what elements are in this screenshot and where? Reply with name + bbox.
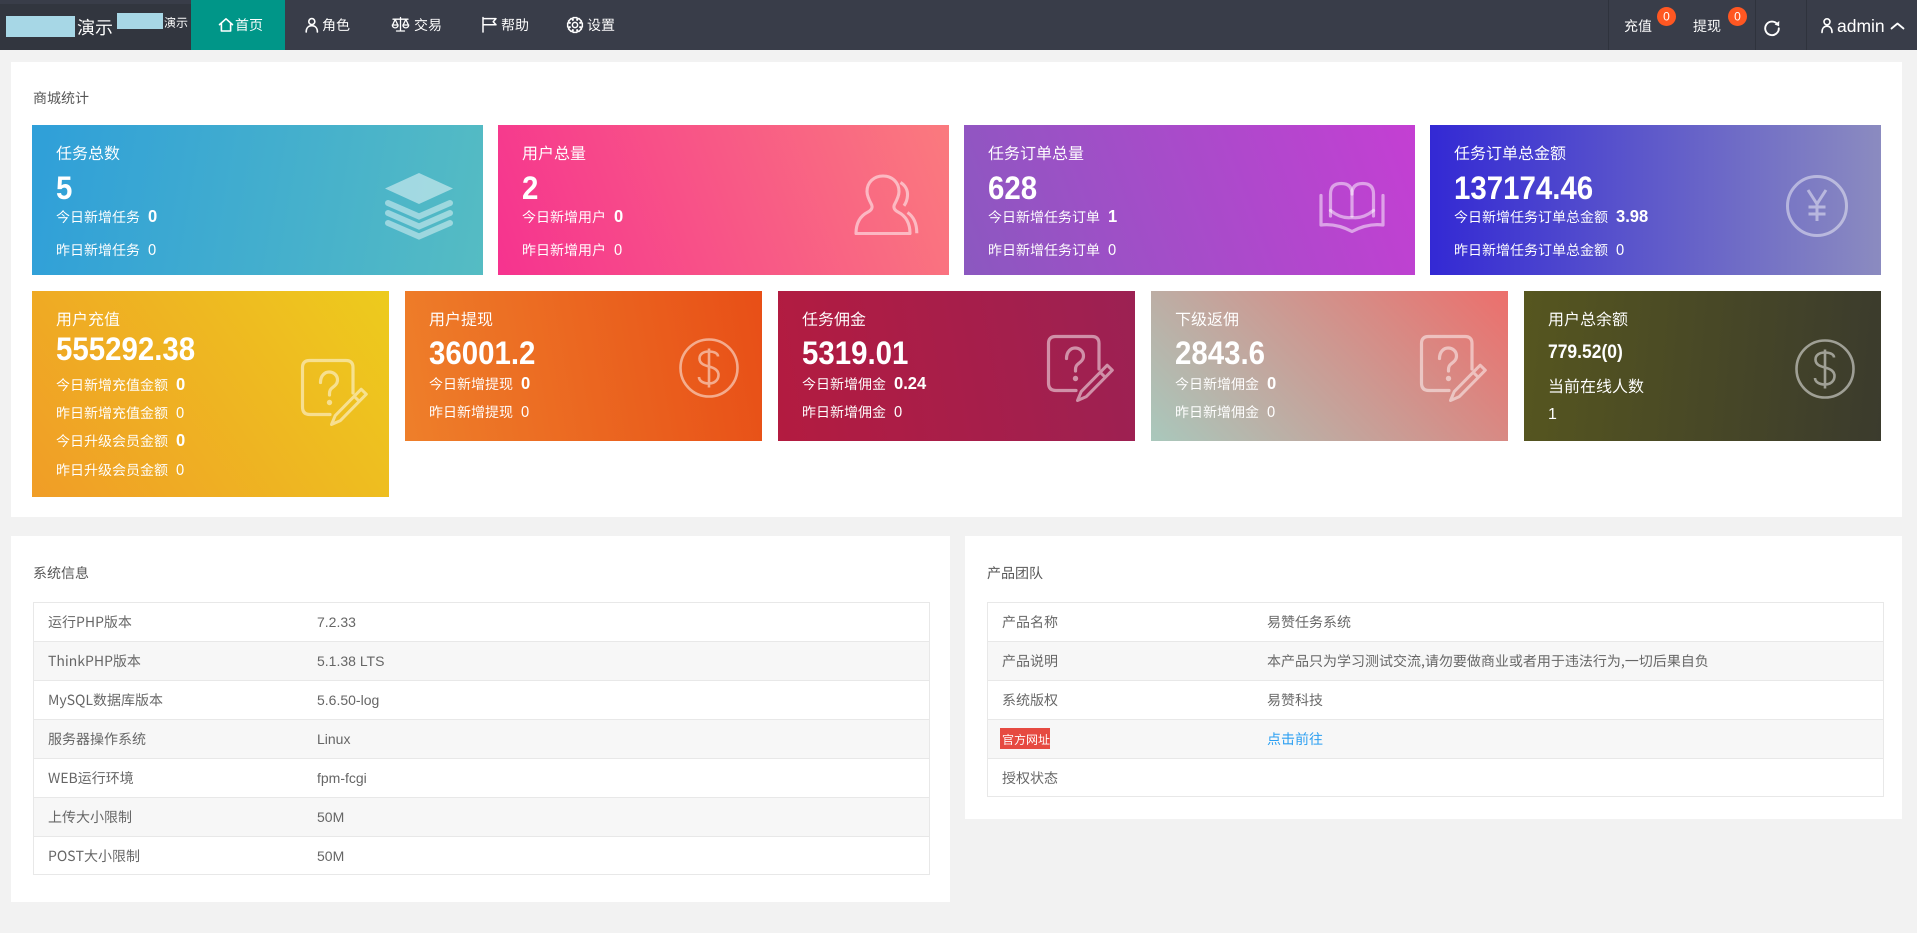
svg-text:0: 0 xyxy=(521,372,530,393)
svg-text:0: 0 xyxy=(1267,372,1276,393)
svg-text:0: 0 xyxy=(1108,241,1116,259)
svg-text:3.98: 3.98 xyxy=(1616,205,1649,226)
svg-text:0: 0 xyxy=(148,241,156,259)
svg-text:5.1.38 LTS: 5.1.38 LTS xyxy=(317,653,384,669)
svg-text:Linux: Linux xyxy=(317,731,350,747)
svg-text:fpm-fcgi: fpm-fcgi xyxy=(317,770,367,786)
svg-text:137174.46: 137174.46 xyxy=(1454,170,1593,206)
svg-text:0: 0 xyxy=(894,403,902,421)
svg-text:5: 5 xyxy=(56,170,72,206)
svg-text:0: 0 xyxy=(614,205,623,226)
svg-text:0: 0 xyxy=(176,373,185,394)
svg-text:7.2.33: 7.2.33 xyxy=(317,614,356,630)
svg-text:5319.01: 5319.01 xyxy=(802,334,908,370)
svg-text:779.52(0): 779.52(0) xyxy=(1548,340,1623,362)
svg-text:0: 0 xyxy=(1267,403,1275,421)
svg-text:1: 1 xyxy=(1108,205,1118,226)
svg-text:0: 0 xyxy=(148,205,157,226)
svg-text:0: 0 xyxy=(176,461,184,479)
svg-text:0.24: 0.24 xyxy=(894,372,927,393)
svg-text:0: 0 xyxy=(1663,10,1670,24)
svg-text:0: 0 xyxy=(521,403,529,421)
svg-text:628: 628 xyxy=(988,170,1037,206)
svg-text:0: 0 xyxy=(176,404,184,422)
svg-text:50M: 50M xyxy=(317,809,344,825)
svg-text:0: 0 xyxy=(1734,10,1741,24)
svg-text:admin: admin xyxy=(1837,16,1885,36)
svg-text:1: 1 xyxy=(1548,406,1557,423)
svg-text:0: 0 xyxy=(176,429,185,450)
svg-text:555292.38: 555292.38 xyxy=(56,330,195,366)
svg-text:2843.6: 2843.6 xyxy=(1175,334,1265,370)
svg-text:0: 0 xyxy=(1616,241,1624,259)
svg-text:50M: 50M xyxy=(317,848,344,864)
svg-text:2: 2 xyxy=(522,170,538,206)
svg-text:0: 0 xyxy=(614,241,622,259)
svg-text:36001.2: 36001.2 xyxy=(429,334,535,370)
svg-text:5.6.50-log: 5.6.50-log xyxy=(317,692,379,708)
